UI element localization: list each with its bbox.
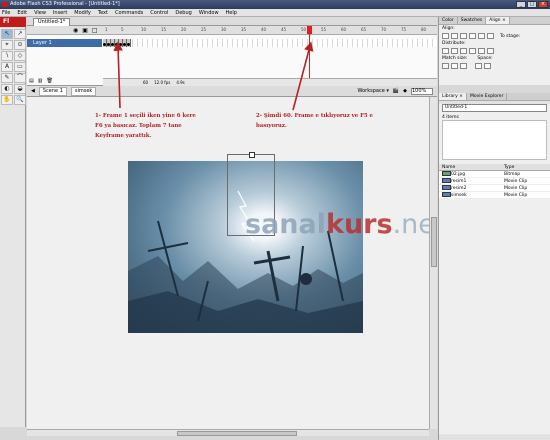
to-stage-label: To stage:: [500, 33, 521, 39]
distribute-vcenter-icon[interactable]: [451, 48, 458, 54]
library-item-name: resim2: [451, 186, 467, 191]
align-center-icon[interactable]: [451, 33, 458, 39]
vertical-scrollbar[interactable]: [429, 97, 437, 429]
right-panel-dock: Color Swatches Align × Align: To stage: …: [438, 17, 550, 440]
distribute-label-row: Distribute:: [439, 40, 550, 47]
bitmap-icon: [442, 171, 451, 176]
distribute-top-icon[interactable]: [442, 48, 449, 54]
distribute-label: Distribute:: [442, 41, 466, 46]
library-item[interactable]: simsek Movie Clip: [439, 192, 550, 199]
distribute-buttons: [439, 47, 550, 55]
library-item-name: simsek: [451, 193, 467, 198]
align-panel-tabs: Color Swatches Align ×: [439, 17, 550, 25]
align-label: Align:: [442, 26, 455, 31]
movie-clip-icon: [442, 192, 451, 197]
library-panel-tabs: Library × Movie Explorer: [439, 93, 550, 101]
movie-clip-icon: [442, 178, 451, 183]
column-type[interactable]: Type: [504, 164, 514, 170]
align-top-icon[interactable]: [469, 33, 476, 39]
distribute-bottom-icon[interactable]: [460, 48, 467, 54]
library-item-name: resim1: [451, 179, 467, 184]
library-item-type: Movie Clip: [504, 186, 528, 191]
match-space-buttons: [439, 62, 550, 70]
tab-align[interactable]: Align ×: [486, 17, 510, 24]
match-size-label: Match size:: [442, 56, 468, 61]
align-middle-icon[interactable]: [478, 33, 485, 39]
distribute-right-icon[interactable]: [487, 48, 494, 54]
align-left-icon[interactable]: [442, 33, 449, 39]
library-item-type: Movie Clip: [504, 193, 528, 198]
library-columns: Name Type: [439, 164, 550, 171]
library-item[interactable]: 02.jpg Bitmap: [439, 171, 550, 178]
match-height-icon[interactable]: [451, 63, 458, 69]
scroll-thumb[interactable]: [177, 431, 297, 436]
tab-library[interactable]: Library ×: [439, 93, 467, 100]
library-document-select[interactable]: Untitled-1: [442, 104, 547, 112]
align-label-row: Align:: [439, 25, 550, 32]
horizontal-scrollbar[interactable]: [27, 429, 429, 436]
library-item[interactable]: resim1 Movie Clip: [439, 178, 550, 185]
library-item-name: 02.jpg: [451, 172, 466, 177]
arrow-to-frame-60: [292, 41, 314, 111]
library-item[interactable]: resim2 Movie Clip: [439, 185, 550, 192]
align-bottom-icon[interactable]: [487, 33, 494, 39]
scroll-thumb[interactable]: [431, 217, 437, 267]
column-name[interactable]: Name: [442, 164, 504, 170]
space-vertical-icon[interactable]: [475, 63, 482, 69]
library-panel: Untitled-1 4 items Name Type 02.jpg Bitm…: [439, 104, 550, 434]
space-label: Space:: [477, 56, 493, 61]
tab-color[interactable]: Color: [439, 17, 458, 24]
arrow-to-keyframes: [113, 41, 123, 109]
movie-clip-icon: [442, 185, 451, 190]
align-panel: Align: To stage: Distribute: Match size:…: [439, 25, 550, 85]
space-horizontal-icon[interactable]: [484, 63, 491, 69]
library-item-type: Movie Clip: [504, 179, 528, 184]
library-item-type: Bitmap: [504, 172, 521, 177]
match-width-icon[interactable]: [442, 63, 449, 69]
align-right-icon[interactable]: [460, 33, 467, 39]
match-both-icon[interactable]: [460, 63, 467, 69]
align-buttons: To stage:: [439, 32, 550, 40]
match-space-label-row: Match size: Space:: [439, 55, 550, 62]
distribute-hcenter-icon[interactable]: [478, 48, 485, 54]
tab-movie-explorer[interactable]: Movie Explorer: [467, 93, 508, 100]
tab-swatches[interactable]: Swatches: [458, 17, 487, 24]
library-preview: [442, 120, 547, 160]
distribute-left-icon[interactable]: [469, 48, 476, 54]
